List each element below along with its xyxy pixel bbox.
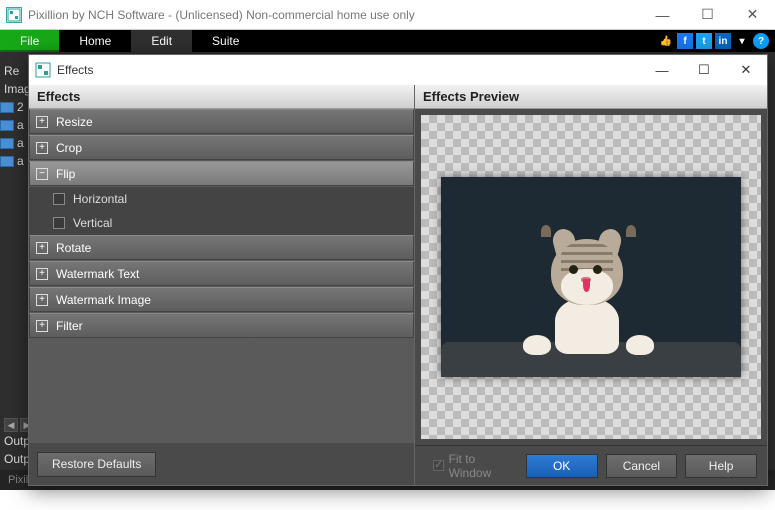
- dialog-title: Effects: [57, 63, 93, 77]
- effect-flip[interactable]: −Flip: [29, 161, 414, 186]
- dialog-close-button[interactable]: ✕: [725, 55, 767, 85]
- flip-vertical-option[interactable]: Vertical: [29, 211, 414, 235]
- linkedin-icon[interactable]: in: [715, 33, 731, 49]
- expand-icon[interactable]: +: [36, 116, 48, 128]
- effect-crop[interactable]: +Crop: [29, 135, 414, 160]
- main-window-controls: — ☐ ✕: [640, 0, 775, 30]
- minimize-button[interactable]: —: [640, 0, 685, 30]
- effects-list: +Resize +Crop −Flip Horizontal Vertical …: [29, 109, 414, 443]
- menubar: File Home Edit Suite 👍 f t in ▾ ?: [0, 30, 775, 52]
- expand-icon[interactable]: +: [36, 268, 48, 280]
- dialog-titlebar: Effects — ☐ ✕: [29, 55, 767, 85]
- restore-row: Restore Defaults: [29, 443, 414, 485]
- dialog-button-bar: Fit to Window OK Cancel Help: [415, 445, 767, 485]
- effect-filter[interactable]: +Filter: [29, 313, 414, 338]
- expand-icon[interactable]: +: [36, 242, 48, 254]
- app-icon: [6, 7, 22, 23]
- preview-image: [441, 177, 741, 377]
- list-item[interactable]: a: [0, 134, 25, 152]
- image-thumb-icon: [0, 138, 14, 149]
- effect-watermark-text[interactable]: +Watermark Text: [29, 261, 414, 286]
- fit-to-window-checkbox: Fit to Window: [433, 452, 518, 480]
- list-item[interactable]: a: [0, 152, 25, 170]
- thumb-strip: 2 a a a: [0, 98, 25, 170]
- checkbox-icon: [433, 460, 444, 471]
- effects-panel: Effects +Resize +Crop −Flip Horizontal V…: [29, 85, 414, 485]
- menu-home[interactable]: Home: [59, 30, 131, 52]
- scroll-left-icon[interactable]: ◀: [4, 418, 18, 432]
- close-button[interactable]: ✕: [730, 0, 775, 30]
- twitter-icon[interactable]: t: [696, 33, 712, 49]
- facebook-icon[interactable]: f: [677, 33, 693, 49]
- social-dropdown-icon[interactable]: ▾: [734, 33, 750, 49]
- effects-header: Effects: [29, 85, 414, 109]
- effect-resize[interactable]: +Resize: [29, 109, 414, 134]
- dialog-minimize-button[interactable]: —: [641, 55, 683, 85]
- preview-canvas: [421, 115, 761, 439]
- image-thumb-icon: [0, 120, 14, 131]
- preview-panel: Effects Preview: [414, 85, 767, 485]
- window-title: Pixillion by NCH Software - (Unlicensed)…: [28, 8, 415, 22]
- bg-label-re: Re: [4, 64, 19, 78]
- menu-edit[interactable]: Edit: [131, 30, 192, 52]
- dialog-icon: [35, 62, 51, 78]
- bg-label-outp2: Outp: [4, 452, 30, 466]
- bg-label-imag: Imag: [4, 82, 31, 96]
- expand-icon[interactable]: +: [36, 294, 48, 306]
- list-item[interactable]: 2: [0, 98, 25, 116]
- effect-watermark-image[interactable]: +Watermark Image: [29, 287, 414, 312]
- dialog-maximize-button[interactable]: ☐: [683, 55, 725, 85]
- image-thumb-icon: [0, 156, 14, 167]
- main-window-titlebar: Pixillion by NCH Software - (Unlicensed)…: [0, 0, 775, 30]
- menu-file[interactable]: File: [0, 30, 59, 52]
- flip-options: Horizontal Vertical: [29, 187, 414, 235]
- bg-label-outp1: Outp: [4, 434, 30, 448]
- flip-horizontal-option[interactable]: Horizontal: [29, 187, 414, 211]
- cancel-button[interactable]: Cancel: [606, 454, 678, 478]
- help-button[interactable]: Help: [685, 454, 757, 478]
- help-icon[interactable]: ?: [753, 33, 769, 49]
- expand-icon[interactable]: +: [36, 320, 48, 332]
- maximize-button[interactable]: ☐: [685, 0, 730, 30]
- like-icon[interactable]: 👍: [658, 33, 674, 49]
- restore-defaults-button[interactable]: Restore Defaults: [37, 452, 156, 477]
- effects-dialog: Effects — ☐ ✕ Effects +Resize +Crop −Fli…: [28, 54, 768, 486]
- social-icons: 👍 f t in ▾ ?: [658, 33, 775, 49]
- expand-icon[interactable]: +: [36, 142, 48, 154]
- image-thumb-icon: [0, 102, 14, 113]
- collapse-icon[interactable]: −: [36, 168, 48, 180]
- menu-suite[interactable]: Suite: [192, 30, 259, 52]
- list-item[interactable]: a: [0, 116, 25, 134]
- effect-rotate[interactable]: +Rotate: [29, 235, 414, 260]
- checkbox-icon[interactable]: [53, 217, 65, 229]
- checkbox-icon[interactable]: [53, 193, 65, 205]
- preview-header: Effects Preview: [415, 85, 767, 109]
- ok-button[interactable]: OK: [526, 454, 598, 478]
